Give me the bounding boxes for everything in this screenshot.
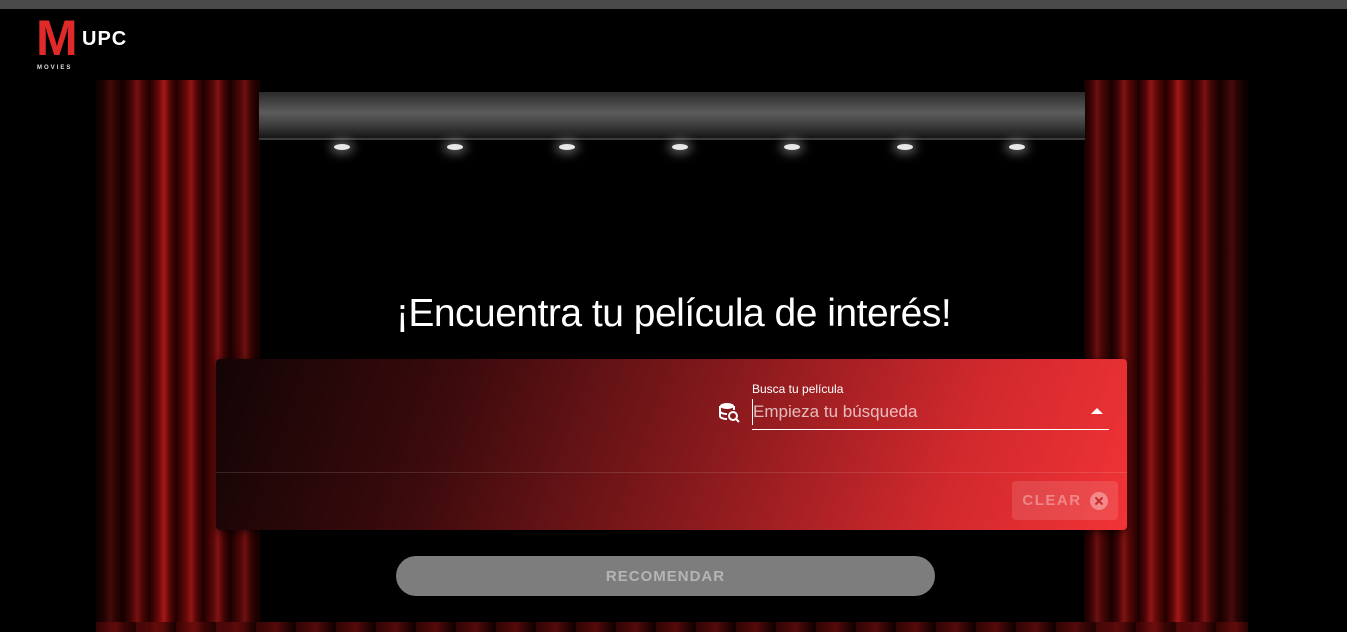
spotlight <box>559 144 575 150</box>
recommend-button[interactable]: RECOMENDAR <box>396 556 935 596</box>
spotlight <box>1009 144 1025 150</box>
spotlight <box>334 144 350 150</box>
arrow-drop-up-icon[interactable] <box>1091 408 1103 414</box>
clear-button-label: CLEAR <box>1022 492 1082 509</box>
spotlight <box>784 144 800 150</box>
card-divider <box>216 472 1127 473</box>
database-search-icon <box>718 402 740 424</box>
stage-valance-edge <box>259 138 1085 140</box>
page-title: ¡Encuentra tu película de interés! <box>395 292 952 335</box>
movie-search-field[interactable] <box>752 399 1109 430</box>
logo-letter: M <box>36 10 78 66</box>
movie-search-input[interactable] <box>752 399 1073 425</box>
left-curtain-shade <box>96 80 260 632</box>
search-card: Busca tu película CLEAR <box>216 359 1127 530</box>
right-curtain-shade <box>1084 80 1248 632</box>
theater-seats <box>96 622 1248 632</box>
search-label: Busca tu película <box>752 382 844 396</box>
brand-logo[interactable]: M UPC MOVIES <box>36 10 136 74</box>
recommend-button-label: RECOMENDAR <box>605 567 726 585</box>
spotlight <box>897 144 913 150</box>
top-bar <box>0 0 1347 9</box>
stage-valance <box>259 92 1085 138</box>
theater-stage-background <box>96 80 1248 632</box>
spotlight <box>672 144 688 150</box>
logo-tagline: MOVIES <box>37 65 73 71</box>
spotlight <box>447 144 463 150</box>
clear-button[interactable]: CLEAR <box>1012 481 1118 520</box>
close-circle-icon <box>1089 491 1108 510</box>
logo-name: UPC <box>82 28 128 50</box>
